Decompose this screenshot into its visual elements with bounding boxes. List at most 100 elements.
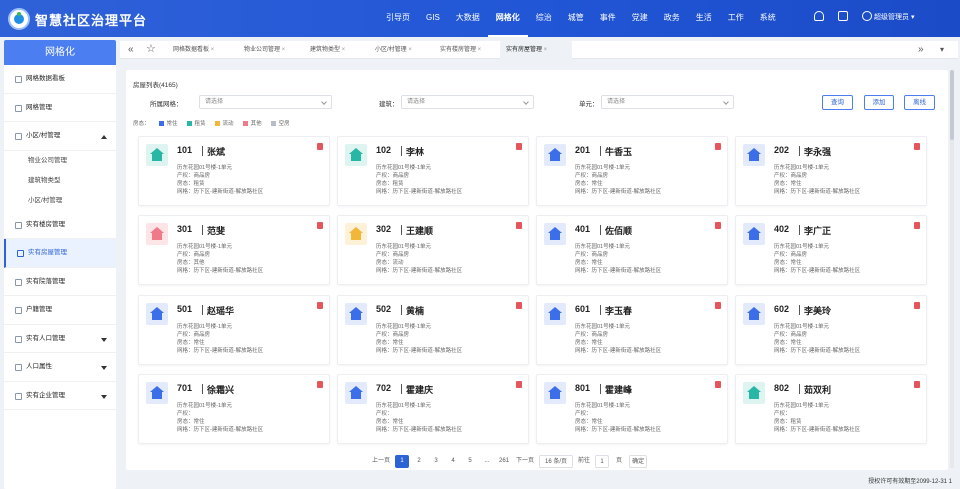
- house-card[interactable]: 202 李永强 历东花园01号楼-1单元 产权：商品房 房态：常住 网格：历下区-建新街道…: [735, 136, 927, 206]
- delete-icon[interactable]: [914, 143, 920, 150]
- sidebar-subitem[interactable]: 小区/村管理: [4, 191, 116, 211]
- house-card[interactable]: 402 李广正 历东花园01号楼-1单元 产权：商品房 房态：常住 网格：历下区-建新街道…: [735, 215, 927, 285]
- offline-button[interactable]: 离线: [904, 95, 935, 110]
- nav-item[interactable]: 大数据: [448, 0, 488, 37]
- house-card[interactable]: 702 霍建庆 历东花园01号楼-1单元 产权： 房态：常住 网格：历下区-建新街道-解放…: [337, 374, 529, 444]
- close-icon[interactable]: ×: [476, 47, 482, 53]
- search-button[interactable]: 查询: [822, 95, 853, 110]
- house-card[interactable]: 101 张斌 历东花园01号楼-1单元 产权：商品房 房态：租赁 网格：历下区-建新街道-…: [138, 136, 330, 206]
- sidebar-item[interactable]: 实有楼房管理: [4, 211, 116, 239]
- tab[interactable]: 网格数据看板 ×: [167, 41, 231, 59]
- close-icon[interactable]: ×: [542, 47, 548, 53]
- close-icon[interactable]: ×: [280, 47, 286, 53]
- bell-icon[interactable]: [814, 11, 824, 21]
- delete-icon[interactable]: [914, 222, 920, 229]
- home-icon[interactable]: ☆: [146, 41, 156, 59]
- house-card[interactable]: 802 茹双利 历东花园01号楼-1单元 产权： 房态：租赁 网格：历下区-建新街道-解放…: [735, 374, 927, 444]
- close-icon[interactable]: ×: [340, 47, 346, 53]
- add-button[interactable]: 添加: [864, 95, 894, 110]
- house-wall: [749, 154, 759, 161]
- nav-item[interactable]: 城管: [560, 0, 592, 37]
- house-card[interactable]: 502 黄楠 历东花园01号楼-1单元 产权：商品房 房态：常住 网格：历下区-建新街道-…: [337, 295, 529, 365]
- house-card[interactable]: 401 佐佰顺 历东花园01号楼-1单元 产权：商品房 房态：常住 网格：历下区-建新街道…: [536, 215, 728, 285]
- tab[interactable]: 建筑物类型 ×: [304, 41, 362, 59]
- delete-icon[interactable]: [715, 143, 721, 150]
- nav-item[interactable]: 生活: [688, 0, 720, 37]
- sidebar-item[interactable]: 户籍管理: [4, 296, 116, 325]
- delete-icon[interactable]: [715, 381, 721, 388]
- next-page-button[interactable]: 下一页: [514, 455, 536, 468]
- building-filter-select[interactable]: 请选择: [401, 95, 534, 109]
- nav-item[interactable]: GIS: [418, 0, 448, 37]
- nav-item[interactable]: 工作: [720, 0, 752, 37]
- page-number[interactable]: 3: [429, 455, 443, 468]
- delete-icon[interactable]: [914, 302, 920, 309]
- sidebar-item[interactable]: 实有人口管理: [4, 325, 116, 353]
- goto-confirm-button[interactable]: 确定: [629, 454, 648, 468]
- close-icon[interactable]: ×: [407, 47, 412, 53]
- tab[interactable]: 小区/村管理 ×: [369, 41, 427, 59]
- sidebar-item[interactable]: 网格管理: [4, 94, 116, 122]
- house-card[interactable]: 302 王建顺 历东花园01号楼-1单元 产权：商品房 房态：流动 网格：历下区-建新街道…: [337, 215, 529, 285]
- scrollbar-thumb[interactable]: [950, 70, 954, 140]
- delete-icon[interactable]: [516, 302, 522, 309]
- page-number[interactable]: 2: [412, 455, 426, 468]
- delete-icon[interactable]: [516, 222, 522, 229]
- page-number[interactable]: 261: [497, 455, 511, 468]
- goto-page-input[interactable]: 1: [595, 454, 610, 468]
- mobile-icon[interactable]: [838, 11, 848, 21]
- resident-name: 李广正: [804, 226, 832, 236]
- unit-filter-select[interactable]: 请选择: [601, 95, 734, 109]
- house-card[interactable]: 201 牛香玉 历东花园01号楼-1单元 产权：商品房 房态：常住 网格：历下区-建新街道…: [536, 136, 728, 206]
- nav-item[interactable]: 综治: [528, 0, 560, 37]
- nav-item[interactable]: 事件: [592, 0, 624, 37]
- resident-name: 李美玲: [804, 306, 832, 316]
- grid-filter-select[interactable]: 请选择: [199, 95, 332, 109]
- user-menu[interactable]: 超级管理员 ▾: [874, 12, 914, 22]
- delete-icon[interactable]: [317, 143, 323, 150]
- sidebar-subitem[interactable]: 建筑物类型: [4, 171, 116, 191]
- house-card[interactable]: 602 李美玲 历东花园01号楼-1单元 产权：商品房 房态：常住 网格：历下区-建新街道…: [735, 295, 927, 365]
- sidebar-item[interactable]: 实有房屋管理: [4, 239, 116, 268]
- house-card[interactable]: 501 赵瑶华 历东花园01号楼-1单元 产权：商品房 房态：常住 网格：历下区-建新街道…: [138, 295, 330, 365]
- sidebar-item[interactable]: 人口属性: [4, 353, 116, 382]
- prev-page-button[interactable]: 上一页: [370, 455, 392, 468]
- sidebar-subitem[interactable]: 物业公司管理: [4, 151, 116, 171]
- sidebar-item[interactable]: 实有企业管理: [4, 382, 116, 410]
- sidebar-item[interactable]: 网格数据看板: [4, 65, 116, 94]
- avatar[interactable]: [862, 11, 872, 21]
- delete-icon[interactable]: [715, 222, 721, 229]
- scrollbar[interactable]: [950, 70, 954, 468]
- card-address: 历东花园01号楼-1单元: [575, 165, 631, 171]
- sidebar-item[interactable]: 实有院落管理: [4, 268, 116, 296]
- house-card[interactable]: 601 李玉春 历东花园01号楼-1单元 产权：商品房 房态：常住 网格：历下区-建新街道…: [536, 295, 728, 365]
- nav-item[interactable]: 政务: [656, 0, 688, 37]
- nav-item[interactable]: 引导页: [378, 0, 418, 37]
- delete-icon[interactable]: [317, 302, 323, 309]
- delete-icon[interactable]: [715, 302, 721, 309]
- page-number[interactable]: 1: [395, 454, 410, 468]
- delete-icon[interactable]: [317, 222, 323, 229]
- nav-item[interactable]: 系统: [752, 0, 784, 37]
- tab[interactable]: 物业公司管理 ×: [238, 41, 296, 59]
- delete-icon[interactable]: [914, 381, 920, 388]
- tab[interactable]: 实有房屋管理 ×: [500, 41, 572, 59]
- page-size-select[interactable]: 16 条/页: [539, 454, 574, 468]
- tab[interactable]: 实有楼房管理 ×: [434, 41, 492, 59]
- tabs-menu-icon[interactable]: ▾: [940, 41, 944, 59]
- close-icon[interactable]: ×: [209, 47, 215, 53]
- delete-icon[interactable]: [516, 381, 522, 388]
- house-card[interactable]: 801 霍建峰 历东花园01号楼-1单元 产权： 房态：常住 网格：历下区-建新街道-解放…: [536, 374, 728, 444]
- nav-item[interactable]: 党建: [624, 0, 656, 37]
- page-number[interactable]: 4: [446, 455, 460, 468]
- nav-item[interactable]: 网格化: [487, 0, 528, 37]
- tabs-scroll-right-icon[interactable]: »: [918, 41, 924, 59]
- tabs-scroll-left-icon[interactable]: «: [128, 41, 134, 59]
- delete-icon[interactable]: [317, 381, 323, 388]
- delete-icon[interactable]: [516, 143, 522, 150]
- sidebar-item[interactable]: 小区/村管理: [4, 122, 116, 151]
- page-number[interactable]: 5: [463, 455, 477, 468]
- house-card[interactable]: 102 李林 历东花园01号楼-1单元 产权：商品房 房态：租赁 网格：历下区-建新街道-…: [337, 136, 529, 206]
- house-card[interactable]: 301 范斐 历东花园01号楼-1单元 产权：商品房 房态：其他 网格：历下区-建新街道-…: [138, 215, 330, 285]
- house-card[interactable]: 701 徐霜兴 历东花园01号楼-1单元 产权： 房态：常住 网格：历下区-建新街道-解放…: [138, 374, 330, 444]
